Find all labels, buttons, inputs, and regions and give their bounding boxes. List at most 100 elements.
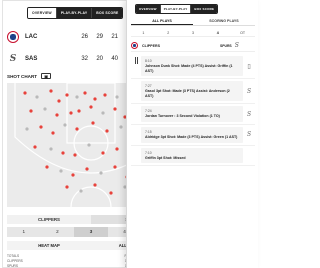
made-shot-marker — [33, 145, 37, 149]
made-shot-marker — [77, 109, 81, 113]
event-card: 8:10 Johnson Dunk Shot: Made (4 PTS) Ass… — [141, 56, 243, 77]
event-marker — [131, 79, 141, 103]
made-shot-marker — [69, 111, 73, 115]
event-time: 8:10 — [145, 59, 152, 63]
list-item[interactable]: 7:27 Gasol 3pt Shot: Made (3 PTS) Assist… — [131, 79, 255, 105]
team-abbr: LAC — [25, 34, 38, 40]
made-shot-marker — [61, 151, 65, 155]
tab-overview[interactable]: OVERVIEW — [28, 8, 57, 18]
spurs-logo-icon: S — [9, 54, 17, 64]
totals-team: SPURS — [7, 263, 18, 268]
play-list: 8:10 Johnson Dunk Shot: Made (4 PTS) Ass… — [131, 54, 255, 167]
spurs-logo-icon: S — [246, 131, 252, 139]
made-shot-marker — [73, 153, 77, 157]
made-shot-marker — [65, 93, 69, 97]
event-description: Aldridge 3pt Shot: Made (3 PTS) Assist: … — [145, 134, 238, 139]
quarter-tab-ot[interactable]: OT — [230, 29, 255, 36]
quarter-tab-1[interactable]: 1 — [131, 29, 156, 36]
tab-box-score[interactable]: BOX SCORE — [92, 8, 123, 18]
shot-chart-title: SHOT CHART — [7, 73, 38, 79]
event-time: 7:24 — [145, 109, 152, 114]
made-shot-marker — [89, 105, 93, 109]
tab-clippers[interactable]: CLIPPERS — [7, 215, 91, 224]
list-item[interactable]: 7:10 Griffin 3pt Shot: Missed ▯ — [131, 146, 255, 167]
play-by-play-screen: OVERVIEW PLAY-BY-PLAY BOX SCORE ALL PLAY… — [126, 0, 258, 268]
made-shot-marker — [113, 107, 117, 111]
made-shot-marker — [29, 109, 33, 113]
quarter-tab-1[interactable]: 1 — [7, 227, 41, 237]
missed-shot-marker — [25, 127, 29, 131]
made-shot-marker — [91, 121, 95, 125]
shot-chart-header: SHOT CHART ▣ — [7, 73, 52, 79]
event-description: Johnson Dunk Shot: Made (4 PTS) Assist: … — [145, 64, 233, 73]
missed-shot-marker — [75, 95, 79, 99]
tab-all-plays[interactable]: ALL PLAYS — [131, 17, 193, 25]
spurs-logo-icon: S — [246, 87, 252, 95]
event-marker — [131, 125, 141, 145]
quarter-tab-4[interactable]: 4 — [205, 29, 230, 36]
made-shot-marker — [109, 191, 113, 195]
court-toggle-icon[interactable]: ▣ — [41, 73, 52, 79]
made-shot-marker — [49, 89, 53, 93]
made-shot-marker — [105, 129, 109, 133]
made-shot-marker — [115, 147, 119, 151]
event-description: Jordan Turnover : 3 Second Violation (1 … — [145, 114, 220, 119]
team-header: CLIPPERS SPURS S — [131, 40, 255, 52]
tab-overview[interactable]: OVERVIEW — [136, 5, 161, 13]
made-shot-marker — [45, 165, 49, 169]
team-left-name: CLIPPERS — [142, 43, 160, 48]
tab-play-by-play[interactable]: PLAY-BY-PLAY — [160, 5, 192, 13]
totals-team: CLIPPERS — [7, 258, 23, 263]
clippers-logo-icon — [7, 31, 19, 43]
clippers-logo-icon — [131, 42, 138, 49]
play-filter-tabs: ALL PLAYS SCORING PLAYS — [131, 17, 255, 26]
made-shot-marker — [23, 91, 27, 95]
pause-icon — [134, 57, 138, 78]
made-shot-marker — [65, 185, 69, 189]
made-shot-marker — [85, 167, 89, 171]
made-shot-marker — [93, 183, 97, 187]
event-card: 7:24 Jordan Turnover : 3 Second Violatio… — [141, 106, 243, 122]
quarter-tab-3[interactable]: 3 — [74, 227, 108, 237]
event-description: Gasol 3pt Shot: Made (3 PTS) Assist: And… — [145, 89, 230, 98]
missed-shot-marker — [119, 125, 123, 129]
list-item[interactable]: 7:15 Aldridge 3pt Shot: Made (3 PTS) Ass… — [131, 125, 255, 146]
made-shot-marker — [51, 131, 55, 135]
missed-shot-marker — [101, 111, 105, 115]
quarter-selector: 1 2 3 4 OT — [131, 29, 255, 37]
event-card: 7:10 Griffin 3pt Shot: Missed — [141, 147, 243, 164]
made-shot-marker — [71, 173, 75, 177]
missed-shot-marker — [99, 171, 103, 175]
event-card: 7:27 Gasol 3pt Shot: Made (3 PTS) Assist… — [141, 81, 243, 102]
missed-shot-marker — [43, 107, 47, 111]
quarter-score: 40 — [111, 56, 118, 62]
tab-scoring-plays[interactable]: SCORING PLAYS — [193, 17, 255, 25]
tab-box-score[interactable]: BOX SCORE — [191, 5, 218, 13]
made-shot-marker — [101, 151, 105, 155]
missed-shot-marker — [49, 147, 53, 151]
list-item[interactable]: 7:24 Jordan Turnover : 3 Second Violatio… — [131, 104, 255, 125]
quarter-tab-3[interactable]: 3 — [181, 29, 206, 36]
made-shot-marker — [75, 127, 79, 131]
view-segmented-control: OVERVIEW PLAY-BY-PLAY BOX SCORE — [135, 4, 219, 14]
player-icon: ▯ — [243, 146, 255, 166]
tab-heat-map[interactable]: HEAT MAP — [7, 241, 91, 250]
tab-play-by-play[interactable]: PLAY-BY-PLAY — [56, 8, 93, 18]
quarter-tab-2[interactable]: 2 — [156, 29, 181, 36]
event-marker — [131, 146, 141, 166]
team-abbr: SAS — [25, 56, 38, 62]
made-shot-marker — [83, 91, 87, 95]
event-time: 7:10 — [145, 150, 152, 155]
view-segmented-control: OVERVIEW PLAY-BY-PLAY BOX SCORE — [27, 7, 124, 19]
made-shot-marker — [55, 113, 59, 117]
event-time: 7:27 — [145, 84, 152, 89]
event-marker — [131, 54, 141, 78]
event-marker — [131, 104, 141, 124]
spurs-logo-icon: S — [246, 110, 252, 118]
missed-shot-marker — [79, 189, 83, 193]
missed-shot-marker — [87, 143, 91, 147]
made-shot-marker — [103, 93, 107, 97]
quarter-tab-2[interactable]: 2 — [40, 227, 75, 237]
list-item[interactable]: 8:10 Johnson Dunk Shot: Made (4 PTS) Ass… — [131, 54, 255, 80]
player-icon: ▯ — [247, 62, 251, 70]
